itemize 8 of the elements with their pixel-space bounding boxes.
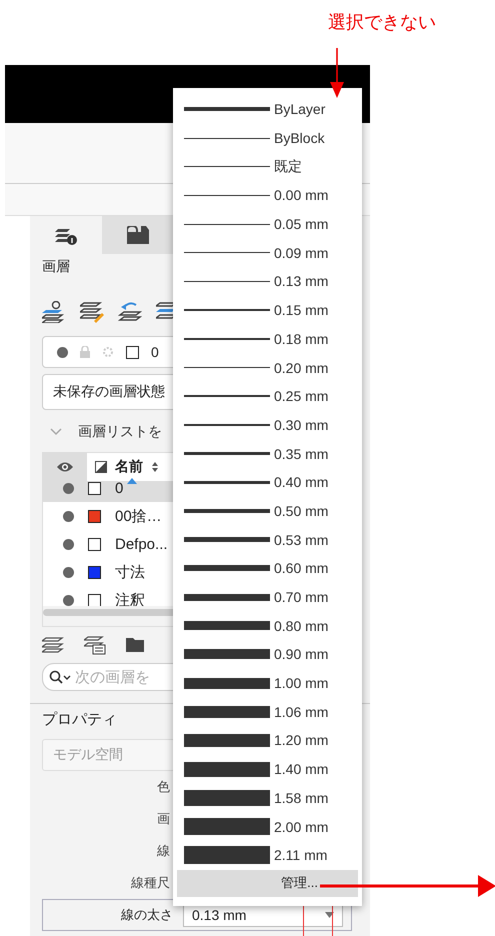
- property-label: 画: [157, 810, 170, 828]
- property-label: 線種尺: [131, 874, 170, 892]
- property-label: 色: [157, 778, 170, 796]
- annotation-text: 選択できない: [328, 11, 436, 34]
- property-label: 線: [157, 842, 170, 860]
- section-title: プロパティ: [42, 710, 117, 729]
- property-label: 線の太さ: [121, 906, 173, 924]
- tab-label: 画層: [42, 258, 70, 276]
